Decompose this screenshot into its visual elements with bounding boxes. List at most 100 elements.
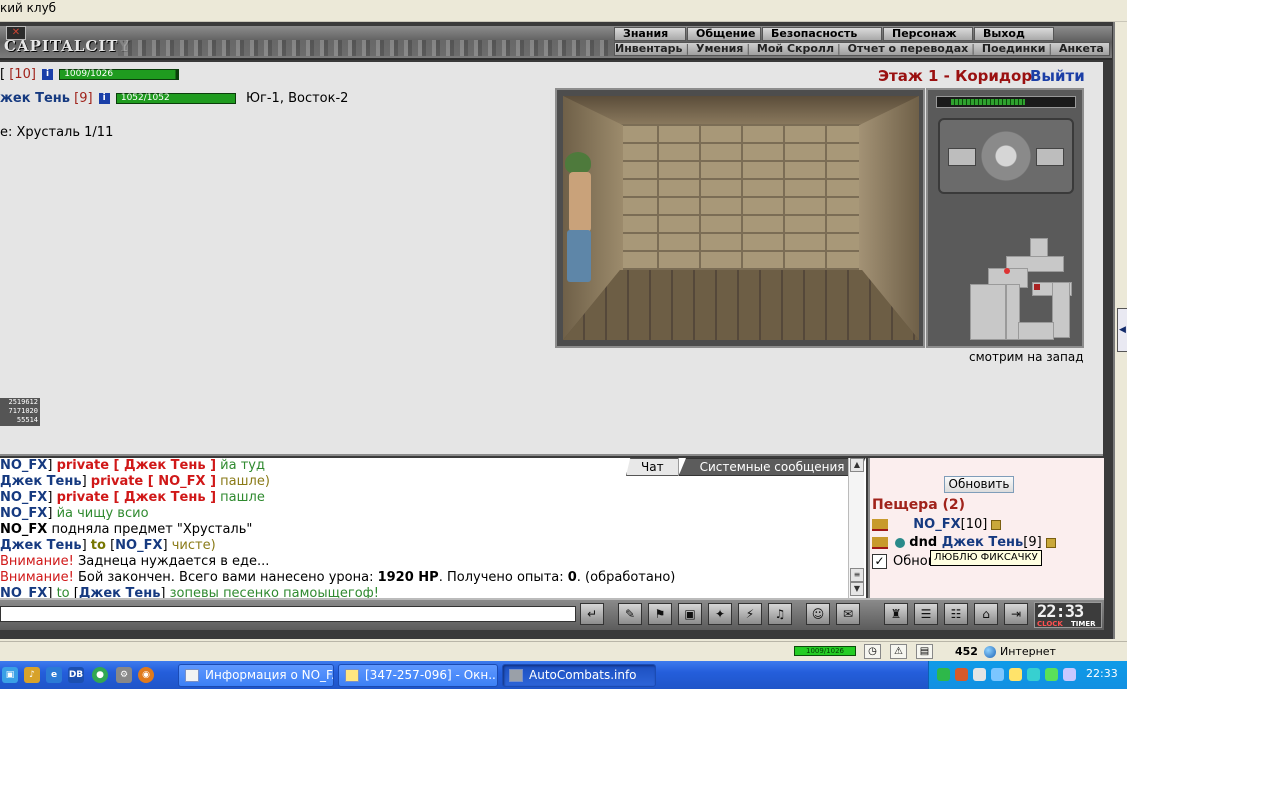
castle-icon[interactable]: ♜ <box>884 603 908 625</box>
scroll-down-icon[interactable]: ▼ <box>850 582 864 596</box>
bag-icon[interactable]: ☰ <box>914 603 938 625</box>
submenu-fights[interactable]: Поединки <box>982 42 1046 55</box>
other-player-name[interactable]: жек Тень <box>0 91 70 106</box>
chat-nick[interactable]: Джек Тень <box>0 474 82 489</box>
submenu-skills[interactable]: Умения <box>696 42 743 55</box>
figure-head <box>565 152 591 174</box>
firefox-icon[interactable]: ◉ <box>138 667 154 683</box>
alarm-clock-icon[interactable]: ◷ <box>864 644 881 659</box>
taskbar-item-chat-window[interactable]: [347-257-096] - Окн... <box>338 664 498 687</box>
network-icon[interactable]: ▤ <box>916 644 933 659</box>
private-message-icon[interactable] <box>872 536 888 549</box>
scroll-icon[interactable]: ☷ <box>944 603 968 625</box>
refresh-button[interactable]: Обновить <box>944 476 1014 493</box>
clock-time: 22:33 <box>1037 602 1084 622</box>
chat-text: ] <box>81 538 91 553</box>
clan-icon <box>895 537 906 548</box>
fight-icon[interactable]: ✦ <box>708 603 732 625</box>
tray-icon[interactable] <box>937 668 950 681</box>
self-hp-bar: 1009/1026 <box>59 69 180 80</box>
taskbar: ▣ ♪ e DB ● ⚙ ◉ Информация о NO_F... [347… <box>0 661 1127 689</box>
clock-label[interactable]: CLOCK <box>1037 620 1063 628</box>
room-title: Пещера (2) <box>872 497 966 513</box>
chat-text: private [ NO_FX ] <box>90 474 217 489</box>
scroll-thumb[interactable]: ≡ <box>850 568 864 582</box>
tray-icon[interactable] <box>1009 668 1022 681</box>
side-panel-toggle-icon[interactable]: ◀ <box>1117 308 1127 352</box>
music-icon[interactable]: ♫ <box>768 603 792 625</box>
menu-personazh[interactable]: Персонаж <box>883 27 973 41</box>
screen: кий клуб ✕ CAPITALCITY Знания Общение Бе… <box>0 0 1127 689</box>
db-icon[interactable]: DB <box>68 667 84 683</box>
globe-launch-icon[interactable]: ● <box>92 667 108 683</box>
user-info-icon[interactable] <box>1045 537 1056 548</box>
chat-log: NO_FX] private [ Джек Тень ] йа туд Джек… <box>0 458 846 601</box>
mail-icon[interactable]: ✉ <box>836 603 860 625</box>
eraser-icon[interactable]: ✎ <box>618 603 642 625</box>
tray-icon[interactable] <box>991 668 1004 681</box>
chat-line: NO_FX подняла предмет "Хрусталь" <box>0 522 846 538</box>
desktop-icon[interactable]: ▣ <box>2 667 18 683</box>
user-info-icon[interactable] <box>991 519 1002 530</box>
online-user[interactable]: NO_FX[10] <box>872 517 1002 532</box>
tray-icon[interactable] <box>955 668 968 681</box>
compass-control[interactable] <box>938 118 1074 194</box>
online-user[interactable]: dnd Джек Тень[9] <box>872 535 1056 550</box>
submenu-profile[interactable]: Анкета <box>1059 42 1104 55</box>
chat-input[interactable] <box>0 606 576 622</box>
submenu-scroll[interactable]: Мой Скролл <box>757 42 834 55</box>
chat-nick[interactable]: NO_FX <box>0 506 47 521</box>
tooltip: ЛЮБЛЮ ФИКСАЧКУ <box>930 550 1042 566</box>
tab-chat[interactable]: Чат <box>626 458 679 476</box>
ie-icon[interactable]: e <box>46 667 62 683</box>
chat-scrollbar[interactable]: ▲ ≡ ▼ <box>848 458 864 598</box>
tray-icon[interactable] <box>1063 668 1076 681</box>
auto-update-checkbox[interactable]: ✓ <box>872 554 887 569</box>
tray-icon[interactable] <box>1027 668 1040 681</box>
turn-left-icon[interactable] <box>948 148 976 166</box>
lightning-icon[interactable]: ⚡ <box>738 603 762 625</box>
character-figure[interactable] <box>565 152 591 292</box>
tray-clock[interactable]: 22:33 <box>1086 667 1118 680</box>
tab-system-messages[interactable]: Системные сообщения <box>678 458 866 476</box>
taskbar-item-info[interactable]: Информация о NO_F... <box>178 664 334 687</box>
chat-nick[interactable]: NO_FX <box>0 458 47 473</box>
dungeon-ceiling <box>563 96 919 126</box>
tool-icon[interactable]: ⚙ <box>116 667 132 683</box>
clock-widget[interactable]: 22:33 CLOCK TIMER <box>1034 602 1102 628</box>
chat-text: private [ Джек Тень ] <box>56 458 217 473</box>
private-message-icon[interactable] <box>872 518 888 531</box>
other-hp-bar: 1052/1052 <box>115 93 236 104</box>
send-icon[interactable]: ↵ <box>580 603 604 625</box>
menu-znaniya[interactable]: Знания <box>614 27 686 41</box>
dungeon-view[interactable] <box>555 88 925 348</box>
exit-link[interactable]: Выйти <box>1030 67 1085 85</box>
info-icon[interactable]: i <box>42 69 54 80</box>
menu-vykhod[interactable]: Выход <box>974 27 1054 41</box>
exit-icon[interactable]: ⇥ <box>1004 603 1028 625</box>
chat-nick[interactable]: NO_FX <box>115 538 162 553</box>
menu-bezopasnost[interactable]: Безопасность <box>762 27 882 41</box>
save-icon[interactable]: ▣ <box>678 603 702 625</box>
scroll-up-icon[interactable]: ▲ <box>850 458 864 472</box>
winamp-icon[interactable]: ♪ <box>24 667 40 683</box>
chat-text: йа чищу всио <box>56 506 149 521</box>
menu-obshchenie[interactable]: Общение <box>687 27 761 41</box>
taskbar-item-autocombats[interactable]: AutoCombats.info <box>502 664 656 687</box>
chat-nick[interactable]: Джек Тень <box>0 538 82 553</box>
warning-icon[interactable]: ⚠ <box>890 644 907 659</box>
info-icon[interactable]: i <box>98 93 110 104</box>
chat-nick[interactable]: NO_FX <box>0 490 47 505</box>
tray-icon[interactable] <box>1045 668 1058 681</box>
self-player-name[interactable]: [ <box>0 67 5 82</box>
filter-icon[interactable]: ⚑ <box>648 603 672 625</box>
chat-text: to <box>90 538 106 553</box>
chat-text: Заднеца нуждается в еде... <box>73 554 270 569</box>
turn-right-icon[interactable] <box>1036 148 1064 166</box>
volume-icon[interactable] <box>973 668 986 681</box>
submenu-transfers[interactable]: Отчет о переводах <box>848 42 969 55</box>
timer-label[interactable]: TIMER <box>1071 620 1096 628</box>
smiley-icon[interactable]: ☺ <box>806 603 830 625</box>
home-icon[interactable]: ⌂ <box>974 603 998 625</box>
submenu-inventory[interactable]: Инвентарь <box>615 42 682 55</box>
